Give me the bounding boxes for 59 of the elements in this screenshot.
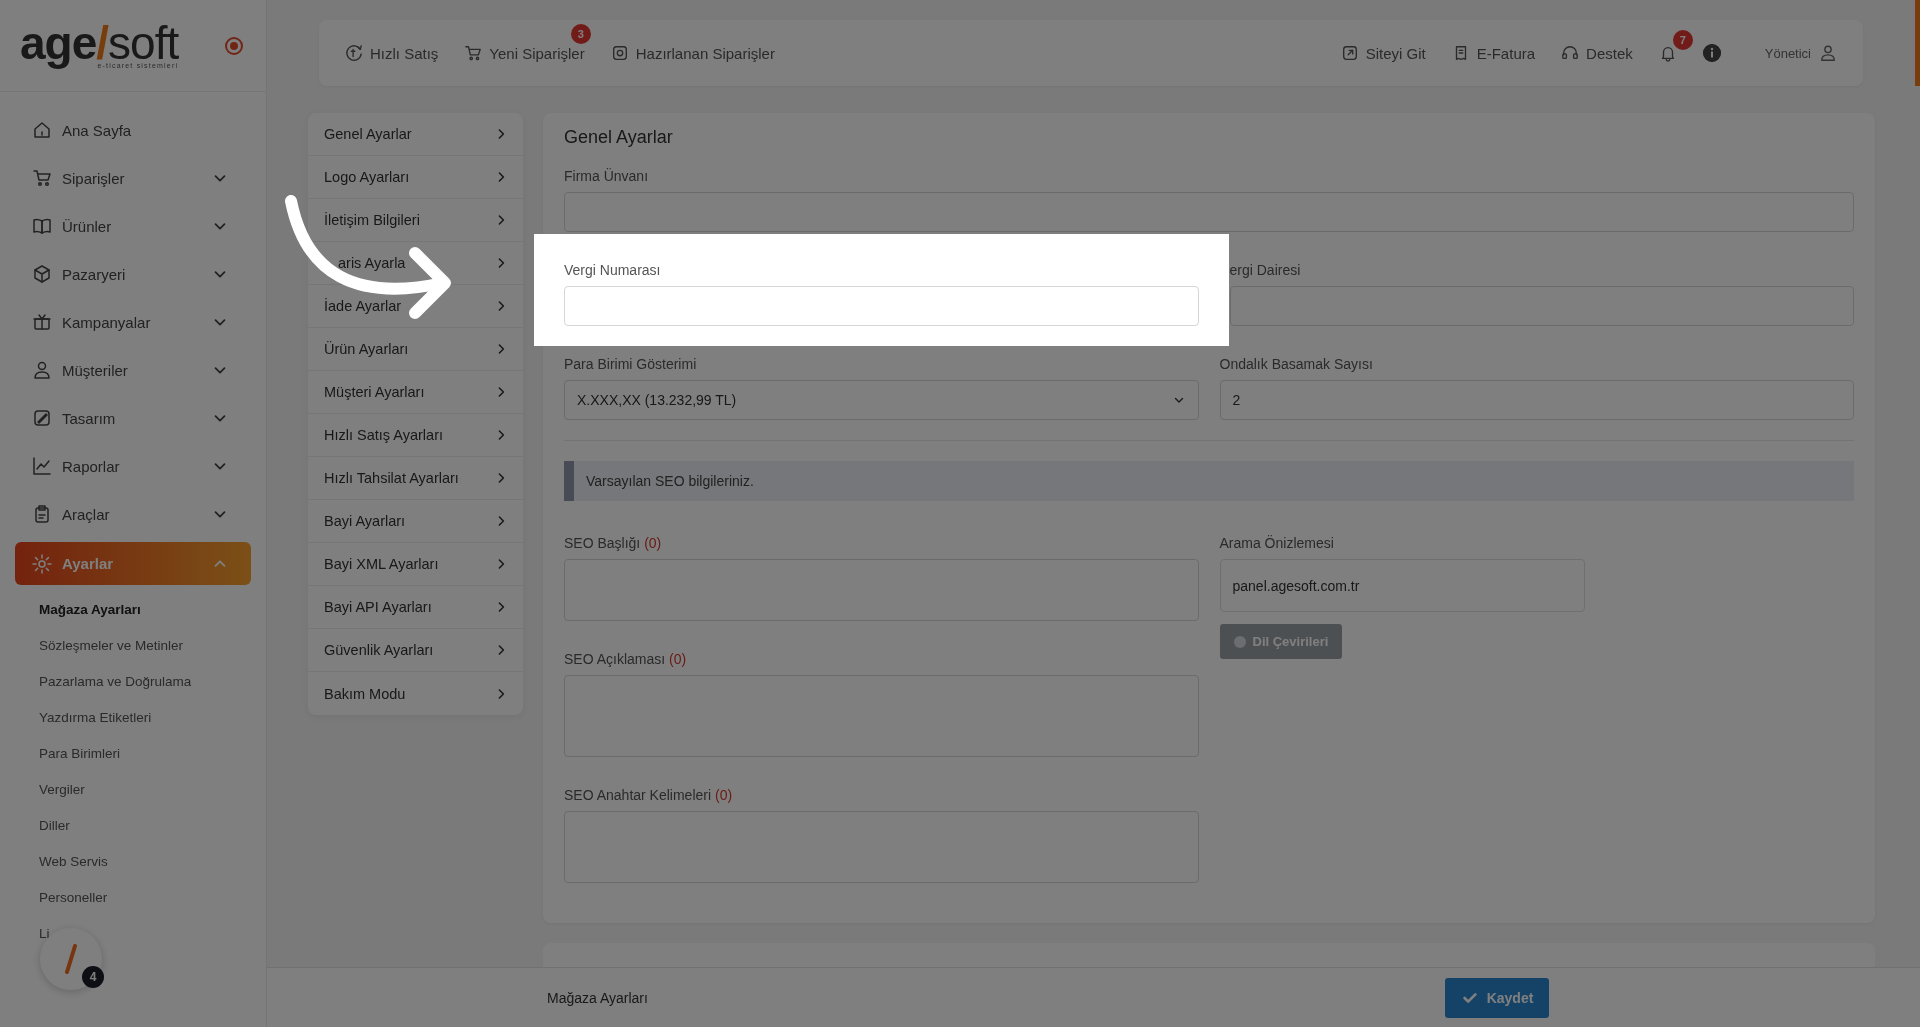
submenu-item[interactable]: Web Servis <box>39 843 251 879</box>
settings-menu-item[interactable]: Müşteri Ayarları <box>308 371 523 414</box>
settings-menu-item[interactable]: İade Ayarlar <box>308 285 523 328</box>
field-label: ergi Dairesi <box>1229 262 1302 278</box>
submenu-item[interactable]: Yazdırma Etiketleri <box>39 699 251 735</box>
field-label: Arama Önizlemesi <box>1219 535 1335 551</box>
submenu-item[interactable]: Sözleşmeler ve Metinler <box>39 627 251 663</box>
footer-title: Mağaza Ayarları <box>547 989 648 1006</box>
sidebar-item[interactable]: Kampanyalar <box>15 298 251 346</box>
sidebar-item[interactable]: Müşteriler <box>15 346 251 394</box>
field-label: SEO Anahtar Kelimeleri (0) <box>564 787 734 803</box>
settings-menu-item[interactable]: Logo Ayarları <box>308 156 523 199</box>
toolbar-link[interactable]: E-Fatura <box>1451 44 1536 62</box>
settings-menu-item[interactable]: Hızlı Satış Ayarları <box>308 414 523 457</box>
field-label: SEO Başlığı (0) <box>564 535 663 551</box>
settings-menu-item[interactable]: İletişim Bilgileri <box>308 199 523 242</box>
toolbar-link[interactable]: Hazırlanan Siparişler <box>610 44 775 62</box>
toolbar-link[interactable]: Destek <box>1561 44 1633 62</box>
settings-menu-item[interactable]: Bayi API Ayarları <box>308 586 523 629</box>
user-name[interactable]: Yönetici <box>1764 45 1811 61</box>
info-alert: Varsayılan SEO bilgileriniz. <box>564 461 1854 501</box>
submenu-item[interactable]: Mağaza Ayarları <box>39 591 251 627</box>
settings-menu-item[interactable]: Hızlı Tahsilat Ayarları <box>308 457 523 500</box>
toolbar-link[interactable]: Yeni Siparişler <box>464 44 585 62</box>
toolbar-link[interactable]: Hızlı Satış <box>345 44 439 62</box>
sidebar-item[interactable]: Siparişler <box>15 154 251 202</box>
settings-menu-item[interactable]: Ürün Ayarları <box>308 328 523 371</box>
search-preview: panel.agesoft.com.tr <box>1219 559 1585 612</box>
submenu-item[interactable]: Pazarlama ve Doğrulama <box>39 663 251 699</box>
settings-menu-item[interactable]: Genel Ayarlar <box>308 113 523 156</box>
save-button[interactable]: Kaydet <box>1445 977 1549 1018</box>
submenu-item[interactable]: Li <box>39 915 251 951</box>
sidebar-item[interactable]: Pazaryeri <box>15 250 251 298</box>
field-label: Para Birimi Gösterimi <box>564 356 698 372</box>
submenu-item[interactable]: Diller <box>39 807 251 843</box>
field-label: Vergi Numarası <box>564 262 662 278</box>
settings-menu-item[interactable]: aris Ayarla <box>308 242 523 285</box>
submenu-item[interactable]: Para Birimleri <box>39 735 251 771</box>
input-field[interactable]: 2 <box>1219 380 1854 420</box>
submenu-item[interactable]: Vergiler <box>39 771 251 807</box>
toolbar-link[interactable]: Siteyi Git <box>1340 44 1426 62</box>
field-label: Firma Ünvanı <box>564 168 650 184</box>
count-badge: 7 <box>1672 30 1693 50</box>
sidebar-item[interactable]: Ayarlar <box>15 542 251 585</box>
sidebar-item[interactable]: Ana Sayfa <box>15 106 251 154</box>
sidebar-item[interactable]: Araçlar <box>15 490 251 538</box>
submenu-item[interactable]: Personeller <box>39 879 251 915</box>
field-label: SEO Açıklaması (0) <box>564 651 688 667</box>
sidebar-item[interactable]: Raporlar <box>15 442 251 490</box>
section-title: Genel Ayarlar <box>564 127 674 148</box>
sidebar-item[interactable]: Ürünler <box>15 202 251 250</box>
count-badge: 3 <box>570 24 591 44</box>
settings-menu-item[interactable]: Bakım Modu <box>308 672 523 715</box>
settings-menu-item[interactable]: Güvenlik Ayarları <box>308 629 523 672</box>
settings-menu-item[interactable]: Bayi XML Ayarları <box>308 543 523 586</box>
currency-select[interactable]: X.XXX,XX (13.232,99 TL) <box>564 380 1199 420</box>
sidebar-item[interactable]: Tasarım <box>15 394 251 442</box>
field-label: Ondalık Basamak Sayısı <box>1219 356 1374 372</box>
settings-menu-item[interactable]: Bayi Ayarları <box>308 500 523 543</box>
